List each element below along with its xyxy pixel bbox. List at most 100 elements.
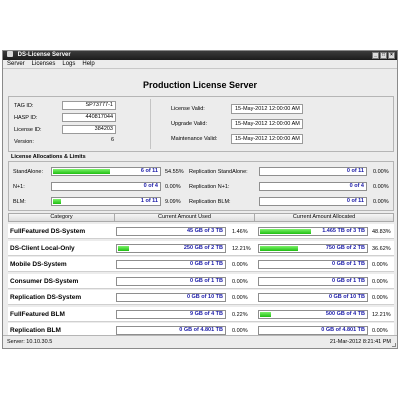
hasp-id-field: 440817044 (62, 113, 116, 122)
allocated-progress: 0 GB of 1 TB (258, 260, 368, 269)
upgrade-valid-field: 15-May-2012 12:00:00 AM (231, 119, 303, 129)
used-percent: 0.00% (232, 278, 248, 285)
replication-n-plus-1-label: Replication N+1: (189, 184, 230, 190)
menu-help[interactable]: Help (82, 60, 94, 68)
used-progress: 0 GB of 10 TB (116, 293, 226, 302)
used-amount: 250 GB of 2 TB (183, 244, 223, 251)
allocated-amount: 0 GB of 10 TB (328, 294, 365, 300)
resize-grip-icon[interactable] (392, 343, 396, 347)
used-amount: 0 GB of 4.801 TB (179, 327, 223, 333)
standalone-percent: 54.55% (165, 169, 184, 175)
title-bar[interactable]: DS-License Server _ □ × (3, 51, 397, 60)
maintenance-valid-field: 15-May-2012 12:00:00 AM (231, 134, 303, 144)
upgrade-valid-label: Upgrade Valid: (171, 121, 207, 127)
allocations-panel: StandAlone: 6 of 11 54.55% N+1: 0 of 4 0… (8, 161, 394, 211)
license-id-label: License ID: (14, 127, 42, 133)
category-name: Mobile DS-System (10, 261, 67, 268)
blm-percent: 9.09% (165, 199, 181, 205)
n-plus-1-row: N+1: 0 of 4 0.00% (13, 182, 188, 192)
upgrade-valid-row: Upgrade Valid: 15-May-2012 12:00:00 AM (171, 119, 391, 129)
used-progress: 45 GB of 3 TB (116, 227, 226, 236)
license-valid-field: 15-May-2012 12:00:00 AM (231, 104, 303, 114)
used-progress: 0 GB of 4.801 TB (116, 326, 226, 335)
menu-logs[interactable]: Logs (62, 60, 75, 68)
window-title: DS-License Server (17, 52, 71, 58)
replication-standalone-count: 0 of 11 (346, 168, 364, 174)
maintenance-valid-row: Maintenance Valid: 15-May-2012 12:00:00 … (171, 134, 391, 144)
license-id-row: License ID: 384203 (14, 125, 144, 134)
allocated-progress: 750 GB of 2 TB (258, 243, 368, 253)
menu-licenses[interactable]: Licenses (32, 60, 56, 68)
category-name: DS-Client Local-Only (10, 244, 75, 252)
n-plus-1-label: N+1: (13, 184, 25, 190)
category-name: Replication BLM (10, 327, 61, 334)
used-progress: 250 GB of 2 TB (116, 243, 226, 253)
table-row[interactable]: Mobile DS-System 0 GB of 1 TB 0.00% 0 GB of… (8, 257, 394, 272)
table-row[interactable]: FullFeatured BLM 9 GB of 4 TB 0.22% 500 GB … (8, 306, 394, 322)
column-header-category[interactable]: Category (9, 214, 115, 221)
menu-server[interactable]: Server (7, 60, 25, 68)
replication-blm-label: Replication BLM: (189, 199, 231, 205)
allocated-percent: 48.83% (372, 229, 391, 235)
column-header-used[interactable]: Current Amount Used (115, 214, 255, 221)
validity-info: License Valid: 15-May-2012 12:00:00 AM U… (171, 99, 391, 149)
replication-standalone-row: Replication StandAlone: 0 of 11 0.00% (189, 167, 389, 177)
table-row[interactable]: Replication DS-System 0 GB of 10 TB 0.00% 0… (8, 290, 394, 305)
n-plus-1-percent: 0.00% (165, 184, 181, 190)
table-row[interactable]: FullFeatured DS-System 45 GB of 3 TB 1.46%… (8, 224, 394, 239)
standalone-count: 6 of 11 (140, 168, 158, 174)
standalone-row: StandAlone: 6 of 11 54.55% (13, 167, 188, 177)
menu-bar: Server Licenses Logs Help (3, 60, 397, 69)
used-amount: 0 GB of 1 TB (189, 277, 223, 284)
close-button[interactable]: × (388, 52, 395, 59)
allocated-progress-fill (260, 229, 311, 234)
allocated-percent: 0.00% (372, 328, 388, 334)
allocated-amount: 0 GB of 1 TB (331, 261, 365, 267)
allocated-percent: 36.62% (372, 245, 391, 252)
category-name: FullFeatured DS-System (10, 228, 86, 235)
allocated-amount: 750 GB of 2 TB (325, 244, 365, 251)
replication-standalone-label: Replication StandAlone: (189, 169, 248, 175)
blm-progress-fill (53, 199, 61, 204)
table-row[interactable]: DS-Client Local-Only 250 GB of 2 TB 12.21%… (8, 240, 394, 256)
version-row: Version: 6 (14, 137, 144, 146)
maximize-button[interactable]: □ (380, 52, 387, 59)
blm-progress: 1 of 11 (51, 197, 161, 206)
maintenance-valid-label: Maintenance Valid: (171, 136, 218, 142)
replication-standalone-percent: 0.00% (373, 169, 389, 175)
allocated-amount: 0 GB of 1 TB (331, 277, 365, 284)
blm-label: BLM: (13, 199, 26, 205)
tag-id-row: TAG ID: SP73777-1 (14, 101, 144, 110)
allocated-percent: 0.00% (372, 262, 388, 268)
category-name: FullFeatured BLM (10, 310, 65, 318)
n-plus-1-progress: 0 of 4 (51, 182, 161, 191)
category-name: Consumer DS-System (10, 277, 79, 285)
license-valid-row: License Valid: 15-May-2012 12:00:00 AM (171, 104, 391, 114)
allocated-percent: 0.00% (372, 295, 388, 301)
standalone-label: StandAlone: (13, 169, 43, 175)
n-plus-1-count: 0 of 4 (143, 183, 158, 189)
app-icon (7, 51, 13, 58)
allocated-progress-fill (260, 311, 272, 317)
minimize-button[interactable]: _ (372, 52, 379, 59)
replication-n-plus-1-percent: 0.00% (373, 184, 389, 190)
used-progress-fill (118, 245, 130, 251)
category-name: Replication DS-System (10, 294, 82, 301)
allocated-progress: 500 GB of 4 TB (258, 309, 368, 319)
server-address: Server: 10.10.30.5 (7, 339, 53, 345)
allocated-amount: 1.465 TB of 3 TB (322, 228, 365, 234)
used-amount: 0 GB of 1 TB (189, 261, 223, 267)
license-id-field: 384203 (62, 125, 116, 134)
hasp-info: TAG ID: SP73777-1 HASP ID: 440817044 Lic… (11, 99, 151, 149)
standalone-progress: 6 of 11 (51, 167, 161, 176)
table-row[interactable]: Consumer DS-System 0 GB of 1 TB 0.00% 0 GB … (8, 273, 394, 289)
blm-row: BLM: 1 of 11 9.09% (13, 197, 188, 207)
used-percent: 0.00% (232, 328, 248, 334)
used-percent: 0.00% (232, 295, 248, 301)
column-header-allocated[interactable]: Current Amount Allocated (255, 214, 393, 221)
used-percent: 1.46% (232, 229, 248, 235)
replication-blm-row: Replication BLM: 0 of 11 0.00% (189, 197, 389, 207)
license-valid-label: License Valid: (171, 106, 205, 112)
allocated-progress: 0 GB of 1 TB (258, 276, 368, 286)
page-title: Production License Server (142, 80, 258, 90)
